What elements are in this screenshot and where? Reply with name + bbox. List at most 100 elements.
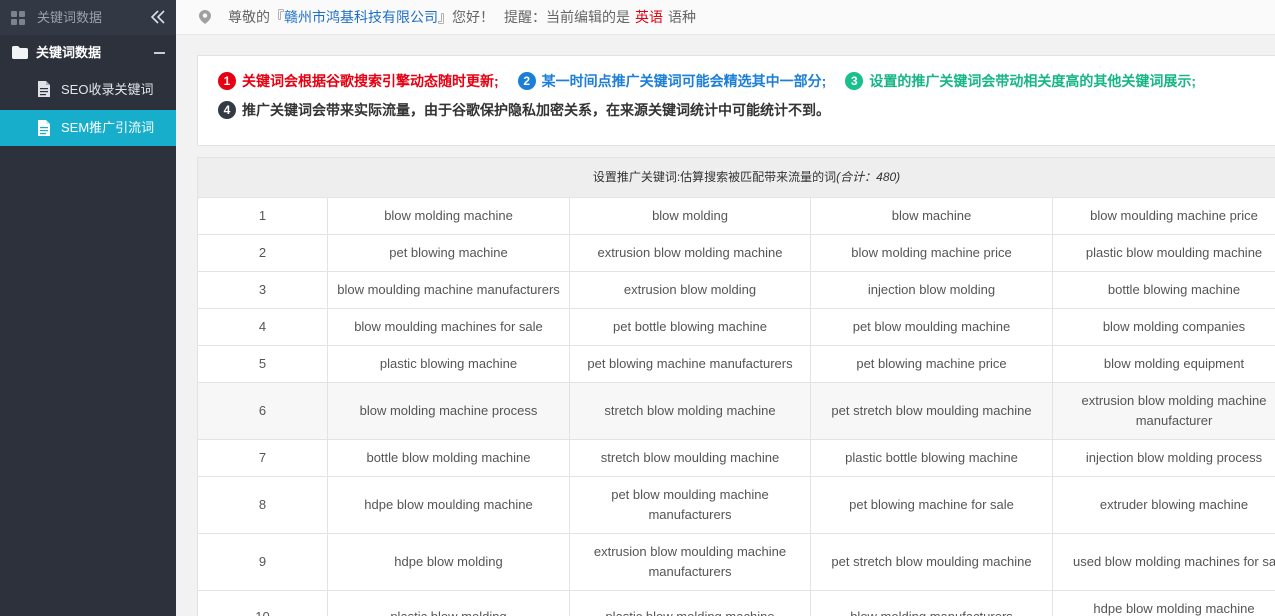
- keyword-table-container: 设置推广关键词:估算搜索被匹配带来流量的词(合计：480) 1 blow mol…: [197, 157, 1275, 616]
- row-number-cell: 4: [197, 309, 328, 346]
- keyword-cell: blow moulding machine price: [1053, 198, 1275, 235]
- table-row: 7 bottle blow molding machine stretch bl…: [197, 440, 1275, 477]
- keyword-cell: plastic bottle blowing machine: [811, 440, 1053, 477]
- keyword-text: hdpe blow molding machine: [1093, 601, 1255, 616]
- row-number-cell: 2: [197, 235, 328, 272]
- keyword-cell: hdpe blow molding: [328, 534, 570, 591]
- keyword-cell: hdpe blow molding machine: [1053, 591, 1275, 616]
- notice-item: 3 设置的推广关键词会带动相关度高的其他关键词展示;: [845, 72, 1196, 90]
- keyword-cell: plastic blow moulding machine: [1053, 235, 1275, 272]
- keyword-cell: plastic blow molding: [328, 591, 570, 616]
- row-number-cell: 3: [197, 272, 328, 309]
- keyword-cell: pet bottle blowing machine: [570, 309, 811, 346]
- grid-icon: [11, 11, 25, 25]
- keyword-cell: injection blow molding: [811, 272, 1053, 309]
- keyword-cell: blow molding: [570, 198, 811, 235]
- row-number-cell: 1: [197, 198, 328, 235]
- keyword-cell: blow moulding machines for sale: [328, 309, 570, 346]
- company-name: 赣州市鸿基科技有限公司: [284, 9, 438, 25]
- keyword-text: plastic blow molding machine: [570, 591, 810, 616]
- bracket-open: 『: [270, 9, 284, 25]
- table-row: 5 plastic blowing machine pet blowing ma…: [197, 346, 1275, 383]
- keyword-cell: pet stretch blow moulding machine: [811, 534, 1053, 591]
- keyword-cell: blow molding companies: [1053, 309, 1275, 346]
- folder-icon: [12, 46, 28, 59]
- keyword-cell: extrusion blow molding: [570, 272, 811, 309]
- notice-item: 4 推广关键词会带来实际流量，由于谷歌保护隐私加密关系，在来源关键词统计中可能统计…: [218, 101, 830, 119]
- keyword-text: plastic blow molding: [328, 591, 569, 616]
- keyword-cell: pet blowing machine: [328, 235, 570, 272]
- keyword-cell: hdpe blow moulding machine: [328, 477, 570, 534]
- double-chevron-left-icon[interactable]: [150, 10, 166, 24]
- sidebar-title: 关键词数据: [37, 10, 103, 25]
- row-number-cell: 6: [197, 383, 328, 440]
- keyword-cell: extruder blowing machine: [1053, 477, 1275, 534]
- notice-number-badge: 3: [845, 72, 864, 90]
- keyword-cell: blow molding machine process: [328, 383, 570, 440]
- keyword-cell: pet blowing machine for sale: [811, 477, 1053, 534]
- keyword-cell: extrusion blow moulding machine manufact…: [570, 534, 811, 591]
- greeting-message: 尊敬的『赣州市鸿基科技有限公司』您好！ 提醒：当前编辑的是 英语 语种: [228, 0, 696, 34]
- keyword-cell: bottle blow molding machine: [328, 440, 570, 477]
- sidebar: 关键词数据 关键词数据 SEO收录关键词 SEM推广引流词: [0, 0, 176, 616]
- top-bar: 尊敬的『赣州市鸿基科技有限公司』您好！ 提醒：当前编辑的是 英语 语种: [176, 0, 1275, 35]
- bracket-close: 』: [438, 9, 452, 25]
- current-language: 英语: [635, 9, 663, 25]
- sidebar-header: 关键词数据: [0, 0, 176, 35]
- notice-text: 推广关键词会带来实际流量，由于谷歌保护隐私加密关系，在来源关键词统计中可能统计不…: [242, 102, 830, 118]
- table-row: 6 blow molding machine process stretch b…: [197, 383, 1275, 440]
- keyword-cell: blow molding machine price: [811, 235, 1053, 272]
- keyword-cell: blow molding machine: [328, 198, 570, 235]
- notice-number-badge: 1: [218, 72, 236, 90]
- keyword-cell: plastic blowing machine: [328, 346, 570, 383]
- reminder-suffix: 语种: [668, 9, 696, 25]
- notice-text: 设置的推广关键词会带动相关度高的其他关键词展示;: [869, 73, 1197, 89]
- row-number-cell: 8: [197, 477, 328, 534]
- keyword-cell: blow molding equipment: [1053, 346, 1275, 383]
- keyword-table: 设置推广关键词:估算搜索被匹配带来流量的词(合计：480) 1 blow mol…: [197, 157, 1275, 616]
- sidebar-item-label: SEO收录关键词: [61, 82, 154, 97]
- keyword-cell: pet blowing machine price: [811, 346, 1053, 383]
- row-number-cell: 9: [197, 534, 328, 591]
- keyword-cell: pet blow moulding machine manufacturers: [570, 477, 811, 534]
- keyword-cell: extrusion blow molding machine manufactu…: [1053, 383, 1275, 440]
- table-total: (合计：480): [836, 170, 901, 184]
- minus-icon[interactable]: [154, 52, 165, 54]
- document-icon: [38, 120, 50, 136]
- keyword-cell: pet blow moulding machine: [811, 309, 1053, 346]
- document-icon: [38, 81, 50, 97]
- keyword-cell: pet blowing machine manufacturers: [570, 346, 811, 383]
- table-header-row: 设置推广关键词:估算搜索被匹配带来流量的词(合计：480): [197, 157, 1275, 198]
- sidebar-item-sem-keywords[interactable]: SEM推广引流词: [0, 110, 176, 146]
- location-pin-icon: [199, 10, 211, 24]
- keyword-cell: plastic blow molding machine: [570, 591, 811, 616]
- notice-number-badge: 4: [218, 101, 236, 119]
- greeting-suffix: 您好！: [452, 9, 494, 25]
- row-number-cell: 10: [197, 591, 328, 616]
- sidebar-group-keyword-data[interactable]: 关键词数据: [0, 35, 176, 70]
- keyword-cell: stretch blow moulding machine: [570, 440, 811, 477]
- sidebar-item-label: SEM推广引流词: [61, 120, 155, 135]
- keyword-cell: blow molding manufacturers: [811, 591, 1053, 616]
- reminder-prefix: 提醒：当前编辑的是: [504, 9, 630, 25]
- sidebar-item-seo-keywords[interactable]: SEO收录关键词: [0, 71, 176, 108]
- keyword-cell: pet stretch blow moulding machine: [811, 383, 1053, 440]
- table-row: 3 blow moulding machine manufacturers ex…: [197, 272, 1275, 309]
- greeting-prefix: 尊敬的: [228, 9, 270, 25]
- notice-text: 关键词会根据谷歌搜索引擎动态随时更新;: [242, 73, 499, 89]
- table-row: 10 plastic blow molding plastic blow mol…: [197, 591, 1275, 616]
- table-caption-text: 设置推广关键词:估算搜索被匹配带来流量的词: [592, 170, 837, 184]
- keyword-cell: used blow molding machines for sale: [1053, 534, 1275, 591]
- keyword-cell: stretch blow molding machine: [570, 383, 811, 440]
- keyword-cell: blow machine: [811, 198, 1053, 235]
- table-row: 9 hdpe blow molding extrusion blow mould…: [197, 534, 1275, 591]
- keyword-text: blow molding manufacturers: [811, 591, 1052, 616]
- table-row: 8 hdpe blow moulding machine pet blow mo…: [197, 477, 1275, 534]
- table-row: 4 blow moulding machines for sale pet bo…: [197, 309, 1275, 346]
- keyword-cell: bottle blowing machine: [1053, 272, 1275, 309]
- notice-box: 1 关键词会根据谷歌搜索引擎动态随时更新; 2 某一时间点推广关键词可能会精选其中一部…: [197, 55, 1275, 146]
- keyword-cell: injection blow molding process: [1053, 440, 1275, 477]
- keyword-cell: blow moulding machine manufacturers: [328, 272, 570, 309]
- table-caption: 设置推广关键词:估算搜索被匹配带来流量的词(合计：480): [197, 157, 1275, 198]
- table-row: 2 pet blowing machine extrusion blow mol…: [197, 235, 1275, 272]
